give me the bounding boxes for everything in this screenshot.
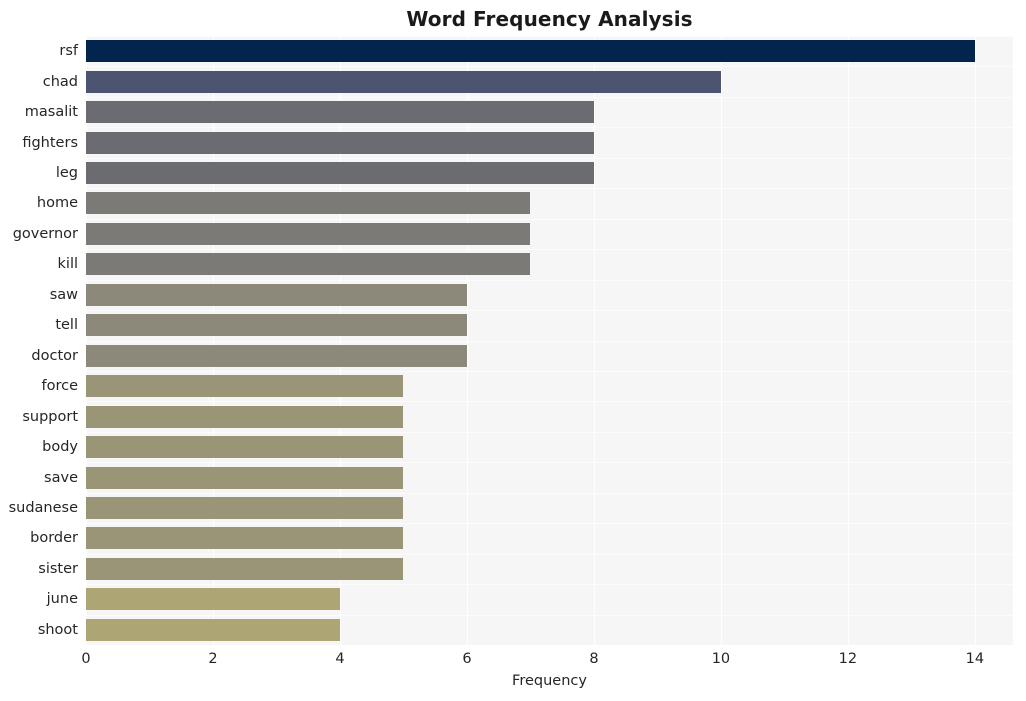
gridline-vertical [340,36,341,645]
y-axis-tick-label: border [30,530,78,547]
y-axis-tick-label: home [36,195,78,212]
gridline-horizontal [86,401,1013,402]
bar[interactable] [86,375,403,398]
x-axis-tick-label: 0 [81,651,91,667]
gridline-horizontal [86,341,1013,342]
bar[interactable] [86,162,594,185]
y-axis-tick-label: force [41,378,78,395]
gridline-vertical [975,36,976,645]
gridline-horizontal [86,66,1013,67]
bar[interactable] [86,40,975,63]
plot-area [86,36,1013,645]
x-axis-tick-label: 2 [208,651,218,667]
bar[interactable] [86,618,340,641]
x-axis: 0 2 4 6 8 10 12 14 [81,645,1013,669]
bar[interactable] [86,192,530,215]
bar[interactable] [86,527,403,550]
y-axis-tick-label: masalit [24,104,78,121]
y-axis-tick-label: june [46,591,78,608]
y-axis-tick-label: kill [57,256,78,273]
gridline-horizontal [86,36,1013,37]
gridline-horizontal [86,554,1013,555]
chart-title: Word Frequency Analysis [406,7,693,31]
gridline-vertical [467,36,468,645]
y-axis-tick-label: save [44,469,78,486]
gridline-vertical [594,36,595,645]
y-axis-tick-label: sister [38,560,78,577]
y-axis-tick-label: saw [49,286,78,303]
y-axis-tick-label: fighters [22,134,78,151]
bar[interactable] [86,253,530,276]
bar[interactable] [86,222,530,245]
y-axis-tick-label: shoot [37,621,78,638]
y-axis-tick-label: leg [55,165,78,182]
y-axis-tick-label: governor [12,225,78,242]
bar[interactable] [86,405,403,428]
y-axis-tick-label: tell [55,317,78,334]
bar[interactable] [86,588,340,611]
bar[interactable] [86,344,467,367]
y-axis-tick-label: chad [42,73,78,90]
gridline-horizontal [86,523,1013,524]
x-axis-tick-label: 14 [965,651,985,667]
x-axis-tick-label: 6 [462,651,472,667]
gridline-horizontal [86,249,1013,250]
gridline-horizontal [86,462,1013,463]
gridline-horizontal [86,615,1013,616]
gridline-horizontal [86,310,1013,311]
gridline-horizontal [86,584,1013,585]
y-axis-tick-label: rsf [59,43,78,60]
gridline-horizontal [86,219,1013,220]
bar[interactable] [86,496,403,519]
bar[interactable] [86,70,721,93]
gridline-horizontal [86,127,1013,128]
y-axis-tick-label: doctor [31,347,78,364]
gridline-horizontal [86,280,1013,281]
gridline-vertical [848,36,849,645]
y-axis-tick-label: body [42,439,78,456]
y-axis-tick-label: support [22,408,78,425]
bar[interactable] [86,101,594,124]
x-axis-tick-label: 8 [589,651,599,667]
bar[interactable] [86,436,403,459]
gridline-vertical [213,36,214,645]
y-axis: rsf chad masalit fighters leg home governor kil… [0,36,78,645]
x-axis-title: Frequency [512,673,587,689]
x-axis-tick-label: 12 [838,651,858,667]
gridline-horizontal [86,432,1013,433]
gridline-vertical [721,36,722,645]
bar[interactable] [86,466,403,489]
gridline-horizontal [86,188,1013,189]
bar[interactable] [86,131,594,154]
bar[interactable] [86,557,403,580]
x-axis-tick-label: 10 [711,651,731,667]
gridline-horizontal [86,493,1013,494]
bar[interactable] [86,314,467,337]
gridline-vertical [86,36,87,645]
y-axis-tick-label: sudanese [8,499,78,516]
chart-figure: Word Frequency Analysis rsf chad masalit fi… [0,0,1026,701]
gridline-horizontal [86,97,1013,98]
x-axis-tick-label: 4 [335,651,345,667]
bar[interactable] [86,283,467,306]
gridline-horizontal [86,158,1013,159]
gridline-horizontal [86,371,1013,372]
